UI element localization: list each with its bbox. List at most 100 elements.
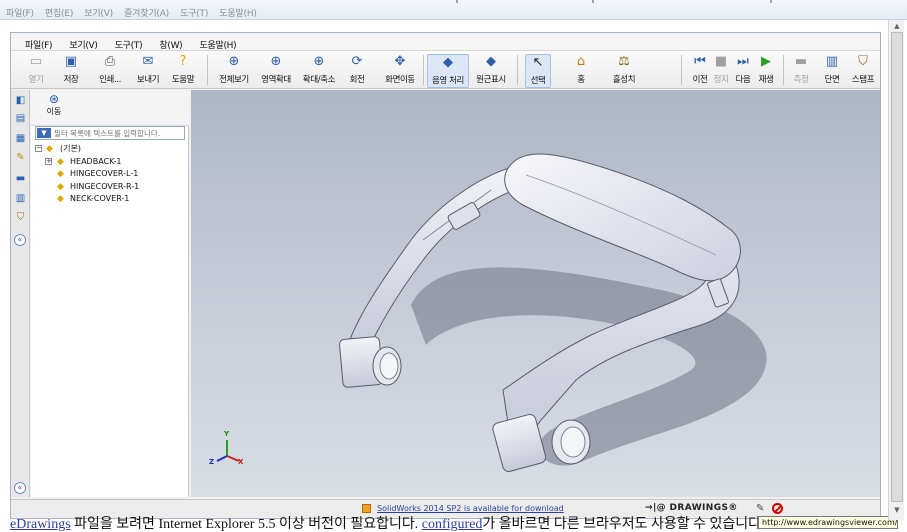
page-message: eDrawings 파일을 보려면 Internet Explorer 5.5 … — [10, 517, 765, 532]
assembly-icon: ◆ — [46, 144, 53, 154]
zoom-area-button[interactable]: ⊕ 영역확대 — [257, 54, 295, 88]
browser-menu-help[interactable]: 도움말(H) — [219, 6, 257, 19]
divider — [770, 0, 772, 3]
play-button[interactable]: ▶ 재생 — [755, 54, 777, 88]
vertical-scrollbar[interactable]: ▲ ▼ — [888, 20, 904, 520]
part-icon: ◆ — [57, 169, 64, 179]
update-icon — [362, 504, 371, 513]
stop-icon: ■ — [714, 54, 728, 69]
browser-menu-tools[interactable]: 도구(T) — [180, 6, 208, 19]
stamp-tab-icon[interactable]: ⛉ — [14, 211, 27, 224]
download-link[interactable]: SolidWorks 2014 SP2 is available for dow… — [377, 504, 564, 513]
3d-viewport[interactable]: Y X Z — [191, 90, 880, 497]
triad-x-label: X — [238, 458, 244, 466]
play-icon: ▶ — [761, 54, 771, 69]
menu-file[interactable]: 파일(F) — [25, 38, 53, 51]
rotate-icon: ⟳ — [351, 54, 363, 69]
perspective-cube-icon: ◆ — [486, 54, 496, 69]
edrawings-logo: →|@ DRAWINGS® — [645, 503, 738, 513]
collapse-icon[interactable]: − — [35, 145, 42, 152]
menu-view[interactable]: 보기(V) — [69, 38, 98, 51]
browser-menu-view[interactable]: 보기(V) — [84, 6, 113, 19]
app-menu-bar: 파일(F) 보기(V) 도구(T) 창(W) 도움말(H) — [11, 33, 880, 51]
menu-tools[interactable]: 도구(T) — [115, 38, 143, 51]
side-tab-strip: ◧ ▤ ▦ ✎ ▬ ▥ ⛉ « « — [11, 90, 30, 497]
stop-button[interactable]: ■ 정지 — [711, 54, 731, 88]
toolbar-divider — [783, 55, 784, 85]
no-entry-icon[interactable] — [772, 503, 783, 514]
tree-item[interactable]: + ◆ HEADBACK-1 — [35, 156, 185, 169]
select-button[interactable]: ↖ 선택 — [525, 54, 551, 88]
print-button[interactable]: ⎙ 인쇄... — [95, 54, 125, 88]
component-tab-icon[interactable]: ◧ — [14, 94, 27, 107]
markup-tab-icon[interactable]: ✎ — [14, 151, 27, 164]
browser-menu-bar: 파일(F) 편집(E) 보기(V) 즐겨찾기(A) 도구(T) 도움말(H) — [0, 0, 907, 20]
help-icon: ? — [179, 54, 187, 69]
zoom-area-icon: ⊕ — [270, 54, 282, 69]
perspective-button[interactable]: ◆ 원근표시 — [471, 54, 511, 88]
next-button[interactable]: ⏭ 다음 — [733, 54, 753, 88]
axis-triad: Y X Z — [209, 430, 244, 468]
filter-icon[interactable]: ▼ — [37, 128, 51, 138]
edrawings-viewer: 파일(F) 보기(V) 도구(T) 창(W) 도움말(H) ▭ 열기 ▣ 저장 ⎙ 인… — [10, 32, 881, 519]
tree-item[interactable]: ◆ NECK-COVER-1 — [35, 193, 185, 206]
menu-help[interactable]: 도움말(H) — [200, 38, 237, 51]
collapse-strip-icon[interactable]: « — [14, 482, 26, 494]
collapse-panel-icon[interactable]: « — [14, 234, 26, 246]
ruler-icon: ▬ — [794, 54, 808, 69]
home-button[interactable]: ⌂ 홈 — [571, 54, 591, 88]
stamp-icon: ⛉ — [858, 54, 868, 69]
scroll-up-icon[interactable]: ▲ — [892, 22, 902, 31]
scroll-down-icon[interactable]: ▼ — [892, 506, 902, 515]
next-icon: ⏭ — [737, 54, 749, 69]
component-tree: − ◆ (기본) + ◆ HEADBACK-1 ◆ HINGECOVER-L-1… — [35, 143, 185, 206]
open-button[interactable]: ▭ 열기 — [23, 54, 49, 88]
interference-button[interactable]: ⚖ 흘성치 — [609, 54, 639, 88]
section-button[interactable]: ▥ 단면 — [821, 54, 843, 88]
toolbar-divider — [423, 55, 424, 85]
rotate-button[interactable]: ⟳ 회전 — [345, 54, 369, 88]
measure-button[interactable]: ▬ 측정 — [789, 54, 813, 88]
move-icon: ⊛ — [48, 92, 60, 106]
zoom-inout-button[interactable]: ⊕ 확대/축소 — [299, 54, 339, 88]
previous-button[interactable]: ⏮ 이전 — [689, 54, 711, 88]
toolbar-divider — [681, 55, 682, 85]
section-tab-icon[interactable]: ▥ — [14, 192, 27, 205]
cursor-icon: ↖ — [532, 55, 544, 70]
tree-root[interactable]: − ◆ (기본) — [35, 143, 185, 156]
panel-toolbar: ⊛ 이동 — [31, 90, 189, 126]
send-button[interactable]: ✉ 보내기 — [133, 54, 163, 88]
stamp-button[interactable]: ⛉ 스탬프 — [849, 54, 877, 88]
browser-menu-edit[interactable]: 편집(E) — [45, 6, 73, 19]
edrawings-link[interactable]: eDrawings — [10, 517, 71, 532]
home-icon: ⌂ — [576, 54, 586, 69]
help-button[interactable]: ? 도움말 — [169, 54, 197, 88]
headset-model — [339, 153, 767, 472]
filter-input[interactable] — [52, 127, 184, 139]
move-button[interactable]: ⊛ 이동 — [39, 92, 69, 117]
sheets-tab-icon[interactable]: ▦ — [14, 132, 27, 145]
expand-icon[interactable]: + — [45, 157, 52, 165]
save-button[interactable]: ▣ 저장 — [59, 54, 83, 88]
menu-window[interactable]: 창(W) — [159, 38, 182, 51]
measure-tab-icon[interactable]: ▬ — [14, 172, 27, 185]
pan-icon: ✥ — [394, 54, 406, 69]
pan-button[interactable]: ✥ 화면이동 — [381, 54, 419, 88]
toolbar-divider — [207, 55, 208, 85]
browser-menu-file[interactable]: 파일(F) — [6, 6, 34, 19]
printer-icon: ⎙ — [104, 54, 116, 69]
configuration-tab-icon[interactable]: ▤ — [14, 112, 27, 125]
scroll-thumb[interactable] — [891, 32, 903, 502]
tree-item[interactable]: ◆ HINGECOVER-L-1 — [35, 168, 185, 181]
triad-z-label: Z — [209, 458, 215, 466]
filter-box: ▼ — [35, 126, 185, 140]
shaded-cube-icon: ◆ — [443, 55, 453, 70]
toolbar-divider — [517, 55, 518, 85]
section-icon: ▥ — [825, 54, 839, 69]
shaded-button[interactable]: ◆ 음영 처리 — [427, 54, 469, 88]
browser-menu-favorites[interactable]: 즐겨찾기(A) — [124, 6, 169, 19]
configured-link[interactable]: configured — [422, 517, 483, 532]
tree-item[interactable]: ◆ HINGECOVER-R-1 — [35, 181, 185, 194]
zoom-fit-button[interactable]: ⊕ 전체보기 — [215, 54, 253, 88]
zoom-icon: ⊕ — [313, 54, 325, 69]
